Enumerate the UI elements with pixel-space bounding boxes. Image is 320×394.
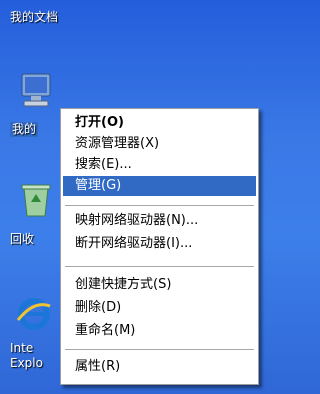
menu-item-search[interactable]: 搜索(E)... (63, 155, 256, 175)
desktop-icon-my-computer[interactable]: 我的 (6, 70, 66, 140)
desktop-icon-my-documents[interactable]: 我的文档 (6, 0, 66, 40)
menu-item-explore[interactable]: 资源管理器(X) (63, 134, 256, 154)
menu-separator (65, 266, 254, 267)
context-menu: 打开(O) 资源管理器(X) 搜索(E)... 管理(G) 映射网络驱动器(N)… (60, 108, 259, 385)
menu-item-disconnect-network-drive[interactable]: 断开网络驱动器(I)... (63, 234, 256, 254)
desktop-icon-recycle-bin[interactable]: 回收 (6, 180, 66, 250)
desktop-icon-internet-explorer[interactable]: Inte Explo (6, 290, 66, 380)
menu-item-map-network-drive[interactable]: 映射网络驱动器(N)... (63, 211, 256, 231)
menu-item-properties[interactable]: 属性(R) (63, 357, 256, 377)
internet-explorer-icon (16, 298, 51, 330)
menu-item-delete[interactable]: 删除(D) (63, 298, 256, 318)
menu-item-rename[interactable]: 重命名(M) (63, 321, 256, 341)
menu-item-create-shortcut[interactable]: 创建快捷方式(S) (63, 275, 256, 295)
menu-item-open[interactable]: 打开(O) (63, 113, 256, 133)
recycle-bin-icon (21, 184, 51, 217)
desktop-icon-label: 我的文档 (10, 10, 59, 24)
desktop-icon-label: 回收 (10, 232, 35, 246)
desktop-icon-label: 我的 (10, 122, 39, 137)
desktop-icon-label: Explo (10, 356, 43, 370)
desktop-icon-label: Inte (10, 341, 34, 355)
menu-separator (65, 349, 254, 350)
menu-separator (65, 205, 254, 206)
menu-item-manage[interactable]: 管理(G) (63, 176, 256, 196)
computer-icon (21, 73, 51, 107)
